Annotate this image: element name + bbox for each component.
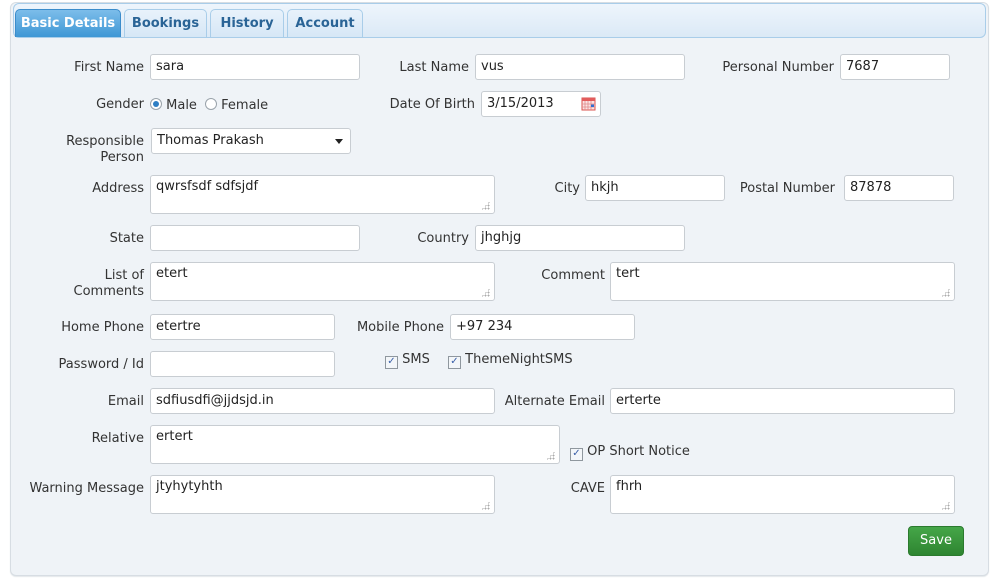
postal-number-label: Postal Number (739, 181, 835, 196)
tab-account[interactable]: Account (287, 9, 363, 37)
email-label: Email (107, 394, 144, 409)
warning-message-label: Warning Message (29, 481, 144, 496)
city-label: City (554, 181, 580, 196)
state-input[interactable] (150, 225, 360, 251)
address-textarea[interactable]: qwrsfsdf sdfsjdf (150, 175, 495, 214)
list-of-comments-label: List of Comments (40, 268, 144, 300)
dob-label: Date Of Birth (389, 97, 475, 112)
resize-grip-icon[interactable] (941, 501, 950, 510)
responsible-label-line1: Responsible (66, 134, 144, 149)
theme-night-sms-checkbox[interactable]: ✓ (448, 356, 461, 369)
list-of-comments-value: etert (156, 266, 188, 281)
resize-grip-icon[interactable] (481, 288, 490, 297)
list-of-comments-textarea[interactable]: etert (150, 262, 495, 301)
op-short-notice-label: OP Short Notice (587, 444, 690, 459)
responsible-person-label: Responsible Person (40, 134, 144, 166)
responsible-person-select[interactable]: Thomas Prakash (151, 128, 351, 154)
relative-textarea[interactable]: ertert (150, 425, 560, 464)
address-value: qwrsfsdf sdfsjdf (156, 179, 259, 194)
radio-female[interactable] (205, 98, 217, 110)
gender-female-option[interactable]: Female (205, 98, 268, 114)
save-button[interactable]: Save (908, 526, 964, 556)
calendar-icon[interactable] (581, 96, 596, 111)
country-input[interactable]: jhghjg (475, 225, 685, 251)
cave-value: fhrh (616, 479, 643, 494)
chevron-down-icon (335, 139, 343, 144)
first-name-label: First Name (74, 60, 144, 75)
personal-number-input[interactable]: 7687 (840, 54, 950, 80)
mobile-phone-input[interactable]: +97 234 (450, 314, 635, 340)
tab-history[interactable]: History (210, 9, 284, 37)
cave-textarea[interactable]: fhrh (610, 475, 955, 514)
op-short-notice-option[interactable]: ✓ OP Short Notice (570, 444, 690, 461)
last-name-label: Last Name (399, 60, 469, 75)
sms-checkbox[interactable]: ✓ (385, 356, 398, 369)
tab-basic-details[interactable]: Basic Details (15, 9, 121, 37)
gender-female-label: Female (221, 98, 269, 113)
state-label: State (109, 231, 144, 246)
gender-male-label: Male (166, 98, 197, 113)
tab-bookings[interactable]: Bookings (124, 9, 207, 37)
home-phone-input[interactable]: etertre (150, 314, 335, 340)
responsible-label-line2: Person (100, 150, 144, 165)
list-of-comments-line1: List of (104, 268, 144, 283)
list-of-comments-line2: Comments (73, 284, 144, 299)
city-input[interactable]: hkjh (585, 175, 725, 201)
gender-label: Gender (96, 97, 144, 112)
personal-number-label: Personal Number (722, 60, 834, 75)
cave-label: CAVE (570, 481, 605, 496)
home-phone-label: Home Phone (61, 320, 144, 335)
tab-bar: Basic Details Bookings History Account (13, 3, 986, 38)
theme-night-sms-label: ThemeNightSMS (465, 352, 573, 367)
responsible-person-value: Thomas Prakash (157, 133, 264, 148)
resize-grip-icon[interactable] (481, 201, 490, 210)
dob-input[interactable]: 3/15/2013 (481, 91, 601, 117)
comment-label: Comment (541, 268, 605, 283)
first-name-input[interactable]: sara (150, 54, 360, 80)
resize-grip-icon[interactable] (481, 501, 490, 510)
sms-option[interactable]: ✓ SMS (385, 352, 430, 369)
theme-night-sms-option[interactable]: ✓ ThemeNightSMS (448, 352, 573, 369)
password-id-label: Password / Id (58, 357, 144, 372)
postal-number-input[interactable]: 87878 (844, 175, 954, 201)
resize-grip-icon[interactable] (941, 288, 950, 297)
warning-message-value: jtyhytyhth (156, 479, 223, 494)
alternate-email-label: Alternate Email (504, 394, 605, 409)
warning-message-textarea[interactable]: jtyhytyhth (150, 475, 495, 514)
comment-textarea[interactable]: tert (610, 262, 955, 301)
country-label: Country (417, 231, 469, 246)
relative-value: ertert (156, 429, 193, 444)
password-id-input[interactable] (150, 351, 335, 377)
relative-label: Relative (91, 431, 144, 446)
gender-male-option[interactable]: Male (150, 98, 197, 114)
address-label: Address (92, 181, 144, 196)
comment-value: tert (616, 266, 640, 281)
alternate-email-input[interactable]: erterte (610, 388, 955, 414)
radio-male[interactable] (150, 98, 162, 110)
dob-value: 3/15/2013 (487, 96, 554, 111)
last-name-input[interactable]: vus (475, 54, 685, 80)
email-input[interactable]: sdfiusdfi@jjdsjd.in (150, 388, 495, 414)
sms-label: SMS (402, 352, 430, 367)
mobile-phone-label: Mobile Phone (356, 320, 444, 335)
op-short-notice-checkbox[interactable]: ✓ (570, 448, 583, 461)
resize-grip-icon[interactable] (546, 451, 555, 460)
